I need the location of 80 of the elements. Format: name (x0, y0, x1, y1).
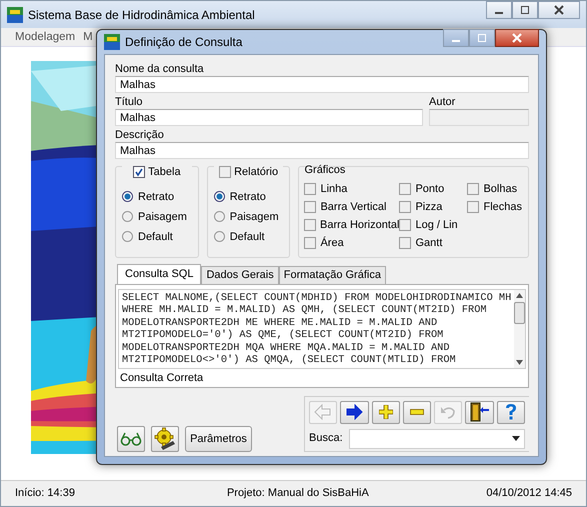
status-text: Início: 14:39 (15, 487, 75, 500)
checkbox[interactable]: Tabela (122, 164, 192, 179)
radio-button[interactable]: Retrato (214, 186, 284, 207)
checkbox[interactable]: Gantt (399, 234, 468, 252)
scrollbar[interactable] (514, 290, 525, 368)
checkbox[interactable]: Barra Horizontal (304, 216, 400, 234)
radio-button[interactable]: Paisagem (122, 206, 192, 227)
menu-item[interactable]: M (83, 30, 93, 43)
field-label: Título (115, 96, 144, 109)
minimize-icon (452, 40, 460, 42)
radio-button[interactable]: Retrato (122, 186, 192, 207)
checkbox[interactable]: Log / Lin (399, 216, 468, 234)
left-arrow-icon (314, 404, 332, 420)
remove-button[interactable] (402, 400, 432, 424)
field-label: Descrição (115, 128, 165, 142)
dropdown-arrow-icon (512, 436, 520, 442)
checkbox[interactable]: Ponto (399, 180, 468, 198)
input-field[interactable]: Malhas (115, 76, 529, 93)
plus-icon (378, 405, 393, 420)
settings-button[interactable] (151, 426, 179, 452)
parameters-button[interactable]: Parâmetros (185, 426, 252, 452)
checkbox[interactable]: Barra Vertical (304, 198, 400, 216)
group-label: Gráficos (304, 164, 346, 178)
checkbox[interactable]: Relatório (214, 164, 284, 179)
glasses-button[interactable] (117, 426, 145, 452)
door-icon (470, 402, 490, 422)
tab[interactable]: Consulta SQL (117, 264, 202, 284)
sql-line: SELECT MALNOME,(SELECT COUNT(MDHID) FROM MODELOHIDRODINAMICO MH (122, 292, 512, 304)
checkbox[interactable]: Flechas (467, 198, 522, 216)
gear-icon (153, 426, 177, 451)
sql-text-area[interactable] (118, 288, 526, 369)
minus-icon (410, 409, 424, 416)
radio-button[interactable]: Default (214, 226, 284, 247)
search-label: Busca: (309, 432, 343, 446)
check-icon (134, 166, 144, 177)
right-arrow-icon (345, 404, 364, 420)
input-field[interactable]: Malhas (115, 142, 529, 159)
help-button[interactable] (496, 400, 525, 424)
tab[interactable]: Dados Gerais (201, 266, 279, 284)
close-icon (512, 32, 522, 43)
minimize-icon (495, 12, 503, 14)
exit-button[interactable] (465, 400, 494, 424)
sql-line: MT2TIPOMODELO<>'0') AS QMQA, (SELECT COUNT(MTLID) FROM (122, 354, 457, 367)
sql-line: MODELOTRANSPORTE2DH ME WHERE ME.MALID = M.MALID AND (122, 316, 438, 330)
maximize-button[interactable] (469, 28, 495, 47)
query-status: Consulta Correta (119, 370, 204, 385)
checkbox[interactable]: Bolhas (467, 180, 522, 198)
close-button[interactable] (538, 1, 580, 19)
close-button[interactable] (495, 28, 539, 47)
maximize-icon (477, 32, 487, 43)
tab[interactable]: Formatação Gráfica (278, 266, 386, 284)
checkbox[interactable]: Linha (304, 180, 400, 198)
scroll-up-icon[interactable] (516, 292, 524, 298)
status-text: 04/10/2012 14:45 (486, 487, 572, 500)
field-label: Autor (429, 96, 456, 109)
dialog-title: Definição de Consulta (125, 34, 242, 49)
sql-line: MODELOTRANSPORTE2DH MQA WHERE MQA.MALID = M.MALID AND (122, 342, 450, 354)
scroll-down-icon[interactable] (516, 360, 524, 365)
forward-button[interactable] (340, 400, 369, 424)
status-text: Projeto: Manual do SisBaHiA (226, 487, 369, 500)
window-title: Sistema Base de Hidrodinâmica Ambiental (28, 8, 255, 22)
radio-button[interactable]: Default (122, 226, 192, 247)
restore-icon (520, 5, 530, 15)
checkbox[interactable]: Pizza (399, 198, 468, 216)
close-icon (554, 5, 564, 15)
app-icon (104, 34, 120, 50)
help-icon (504, 403, 517, 422)
radio-button[interactable]: Paisagem (214, 206, 284, 227)
add-button[interactable] (372, 400, 400, 424)
sql-line: MT2TIPOMODELO='0') AS QME, (SELECT COUNT(MT2ID) FROM (122, 329, 444, 342)
input-field[interactable]: Malhas (115, 108, 423, 126)
minimize-button[interactable] (486, 1, 512, 19)
restore-button[interactable] (512, 1, 538, 19)
sql-line: WHERE MH.MALID = M.MALID) AS QMH, (SELECT COUNT(MT2ID) FROM (122, 304, 488, 317)
field-label: Nome da consulta (115, 62, 205, 76)
checkbox[interactable]: Área (304, 234, 400, 252)
glasses-icon (120, 432, 142, 446)
undo-icon (440, 405, 456, 420)
menu-item[interactable]: Modelagem (15, 30, 76, 43)
app-icon (7, 6, 23, 23)
